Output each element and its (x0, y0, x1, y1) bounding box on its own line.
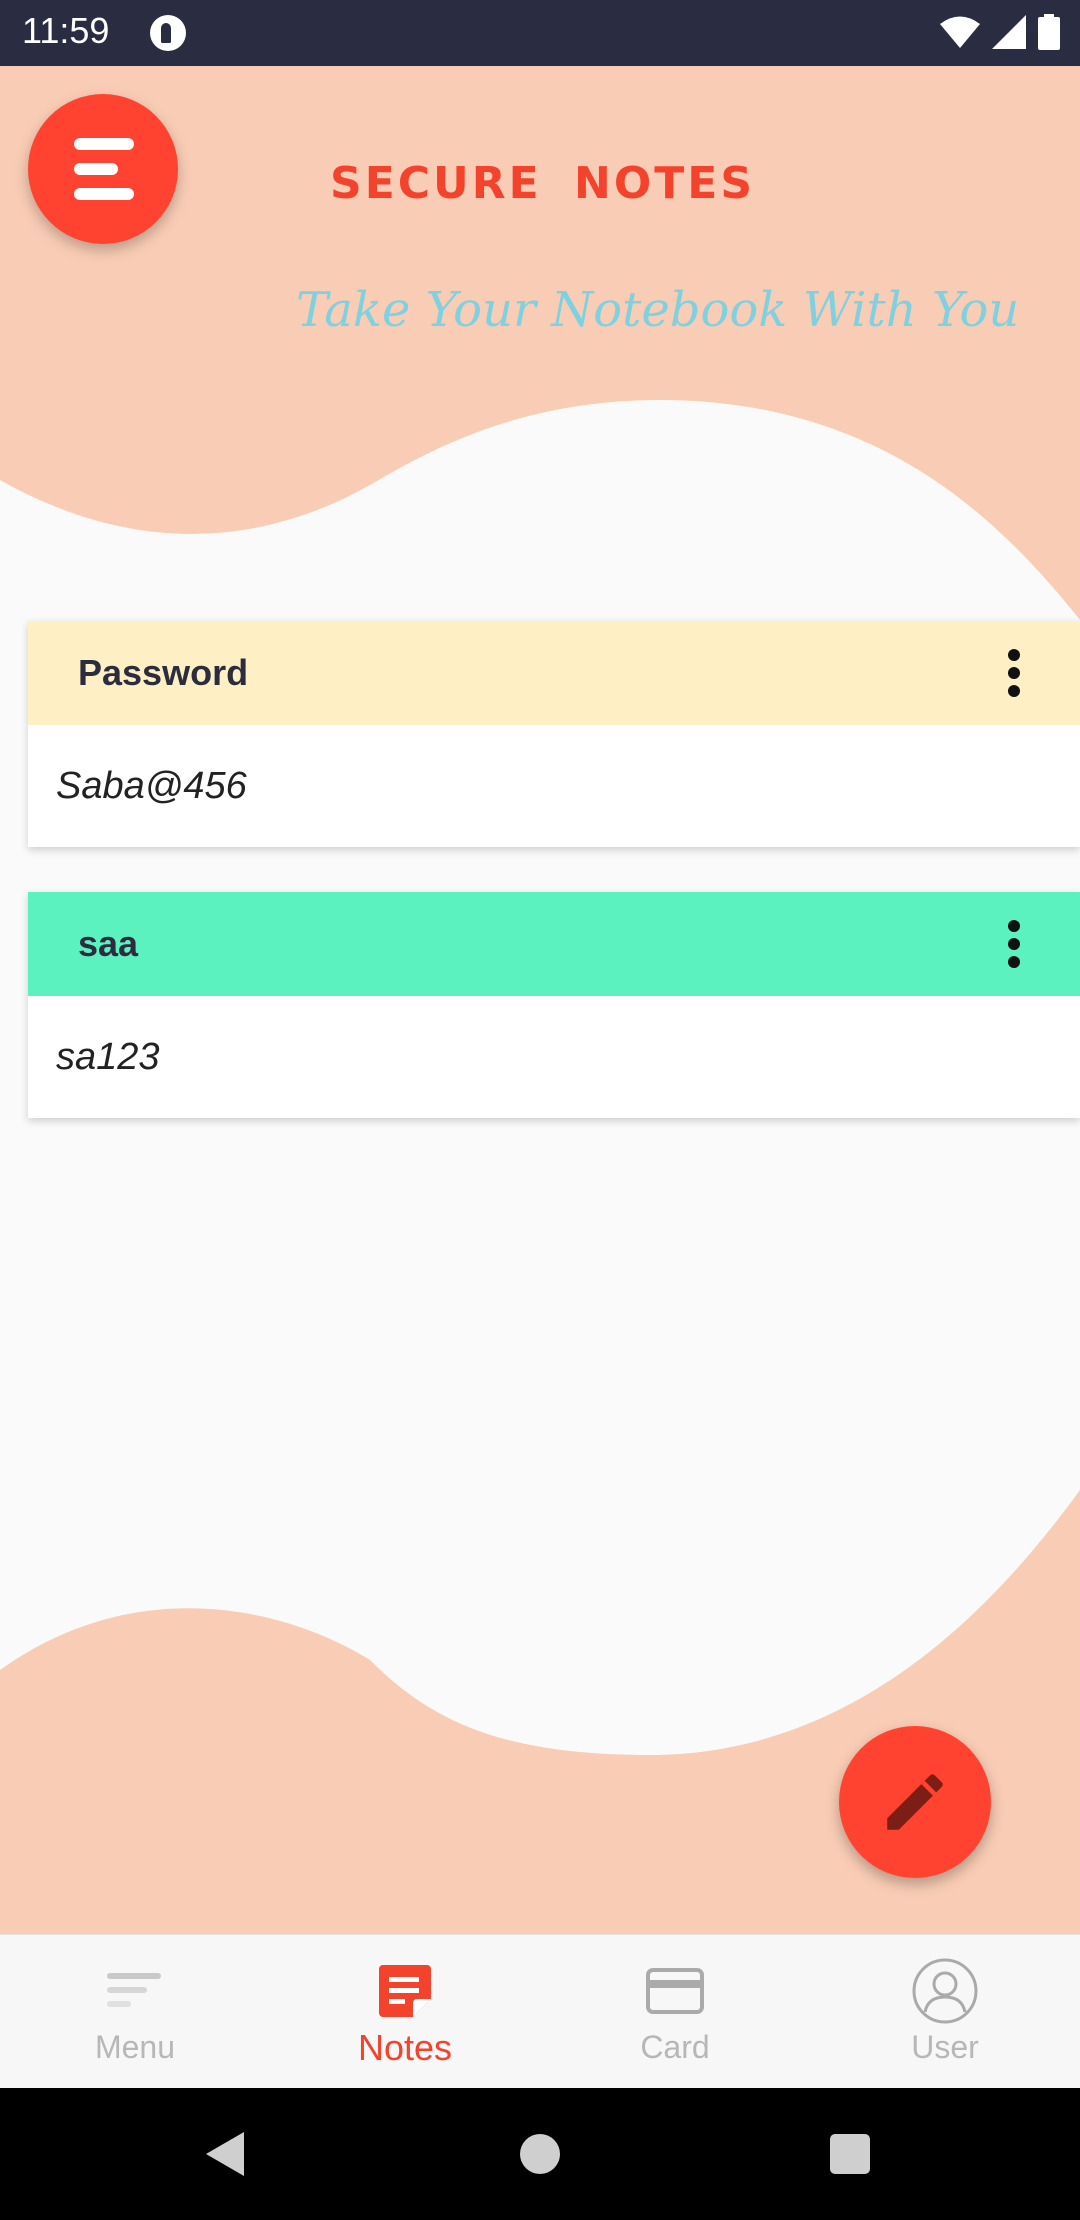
system-navigation-bar (0, 2088, 1080, 2220)
new-note-button[interactable] (839, 1726, 991, 1878)
menu-bar-icon (74, 163, 118, 175)
home-icon[interactable] (520, 2134, 560, 2174)
wifi-icon (940, 16, 980, 48)
pencil-icon (887, 1774, 943, 1830)
nav-label: Card (640, 2029, 710, 2065)
notes-icon (372, 1961, 438, 2021)
note-card[interactable]: saa sa123 (28, 892, 1080, 1118)
nav-item-menu[interactable]: Menu (0, 1935, 270, 2088)
note-content: sa123 (56, 1035, 160, 1078)
menu-bar-icon (74, 138, 134, 150)
status-time: 11:59 (22, 10, 110, 51)
bottom-navigation: Menu Notes Card User (0, 1934, 1080, 2088)
menu-button[interactable] (28, 94, 178, 244)
battery-icon (1038, 14, 1060, 50)
recent-apps-icon[interactable] (830, 2134, 870, 2174)
note-content: Saba@456 (56, 764, 247, 807)
more-options-icon[interactable] (1008, 920, 1020, 968)
note-card[interactable]: Password Saba@456 (28, 621, 1080, 847)
nav-item-card[interactable]: Card (540, 1935, 810, 2088)
nav-label: Notes (357, 2027, 453, 2068)
back-icon[interactable] (206, 2132, 246, 2176)
menu-lines-icon (102, 1961, 168, 2021)
status-bar: 11:59 (0, 0, 1080, 66)
nav-item-user[interactable]: User (810, 1935, 1080, 2088)
note-title: Password (78, 652, 249, 693)
card-icon (642, 1961, 708, 2021)
menu-bar-icon (74, 188, 134, 200)
signal-icon (992, 15, 1026, 49)
status-icons (940, 14, 1060, 50)
more-options-icon[interactable] (1008, 649, 1020, 697)
note-title: saa (78, 923, 139, 964)
notification-app-icon (150, 15, 186, 51)
note-header: Password (28, 621, 1080, 725)
nav-label: Menu (94, 2029, 176, 2065)
user-icon (912, 1958, 978, 2024)
nav-item-notes[interactable]: Notes (270, 1935, 540, 2088)
nav-label: User (911, 2029, 979, 2065)
note-header: saa (28, 892, 1080, 996)
app-title: SECURE NOTES (330, 158, 756, 209)
app-subtitle: Take Your Notebook With You (296, 282, 1020, 338)
